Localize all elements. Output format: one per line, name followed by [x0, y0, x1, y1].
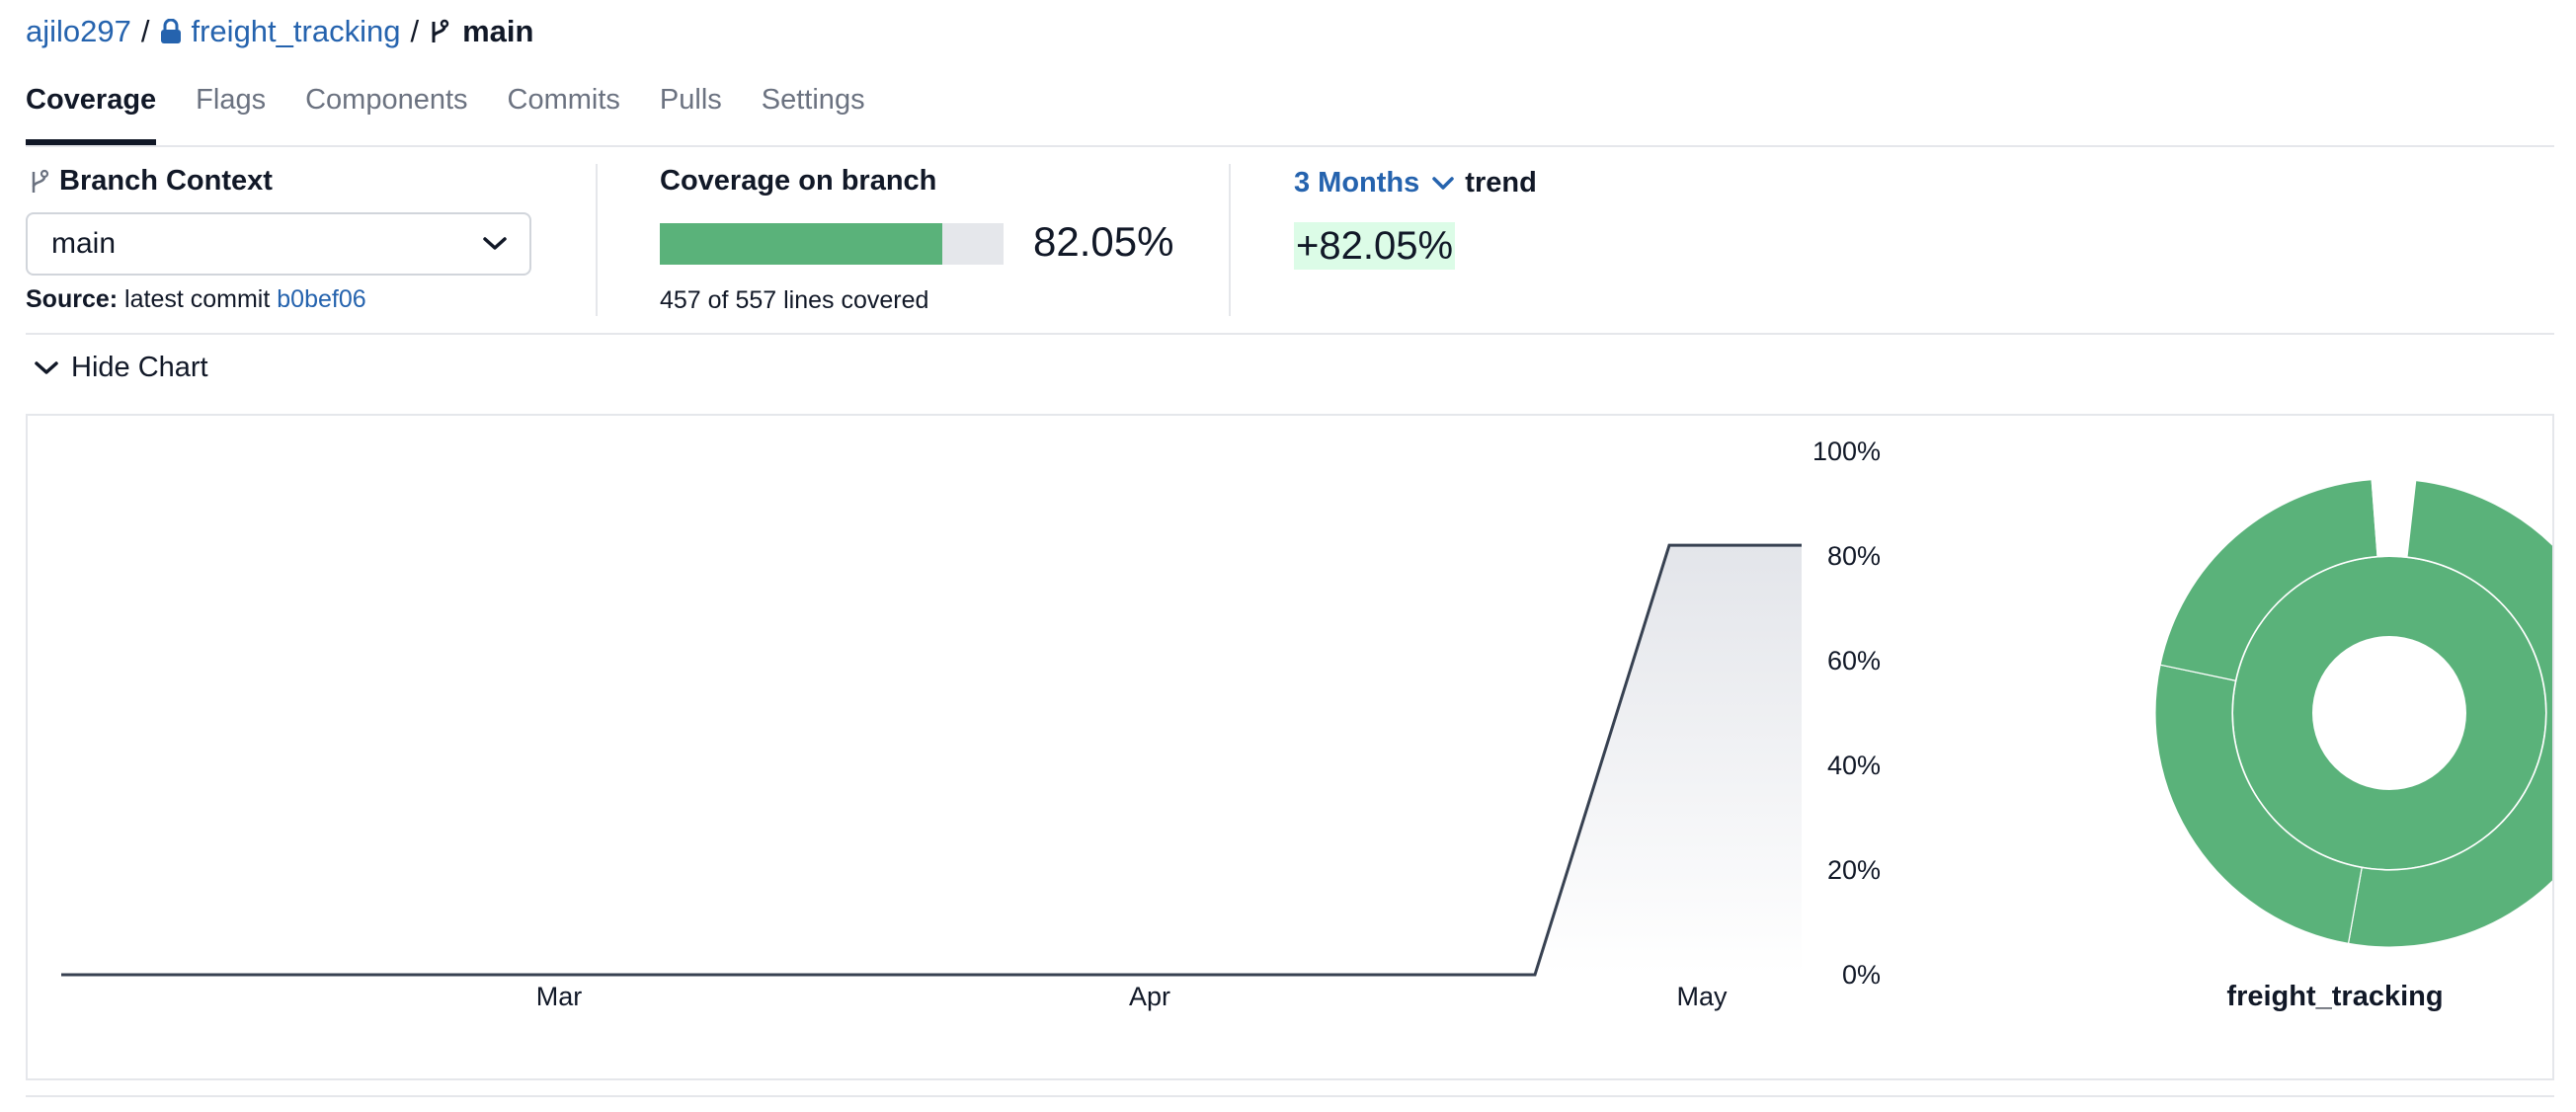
chevron-down-icon — [482, 235, 508, 253]
tab-settings[interactable]: Settings — [762, 81, 865, 146]
branch-select-value: main — [51, 227, 117, 260]
repo-link[interactable]: freight_tracking — [192, 14, 401, 49]
source-text: latest commit — [124, 285, 271, 313]
coverage-percent: 82.05% — [1033, 218, 1174, 265]
branch-context-heading: Branch Context — [30, 165, 273, 198]
y-tick-label: 40% — [1827, 751, 1881, 780]
git-branch-icon — [429, 19, 450, 44]
coverage-sunburst-chart[interactable]: freight_tracking — [2154, 478, 2576, 1012]
trend-value: +82.05% — [1294, 222, 1456, 270]
chevron-down-icon[interactable] — [1431, 176, 1455, 192]
coverage-trend-chart: 100% 80% 60% 40% 20% 0% Mar Apr May — [61, 437, 1881, 1011]
trend-range-select[interactable]: 3 Months — [1294, 167, 1419, 199]
tab-flags[interactable]: Flags — [196, 81, 266, 146]
hide-chart-label: Hide Chart — [71, 352, 208, 383]
trend-heading: 3 Months trend — [1294, 167, 1537, 199]
tab-components[interactable]: Components — [305, 81, 467, 146]
y-tick-label: 60% — [1827, 646, 1881, 675]
git-branch-icon — [30, 169, 49, 195]
coverage-progress-bar — [660, 223, 1004, 265]
nav-tabs: Coverage Flags Components Commits Pulls … — [26, 81, 905, 146]
tab-pulls[interactable]: Pulls — [660, 81, 722, 146]
x-tick-label: May — [1676, 982, 1728, 1011]
x-tick-label: Mar — [536, 982, 583, 1011]
hide-chart-toggle[interactable]: Hide Chart — [34, 352, 208, 384]
section-divider — [596, 164, 598, 316]
branch-select[interactable]: main — [26, 212, 531, 276]
lines-covered-text: 457 of 557 lines covered — [660, 286, 929, 314]
x-tick-label: Apr — [1129, 982, 1170, 1011]
coverage-line — [61, 543, 1802, 977]
y-tick-label: 20% — [1827, 855, 1881, 885]
y-tick-label: 80% — [1827, 541, 1881, 571]
tab-coverage[interactable]: Coverage — [26, 81, 157, 146]
bottom-divider — [26, 1095, 2554, 1097]
breadcrumb: ajilo297 / freight_tracking / main — [26, 10, 533, 53]
coverage-area — [61, 545, 1802, 975]
trend-label: trend — [1465, 167, 1537, 199]
coverage-progress-fill — [660, 223, 942, 265]
source-line: Source: latest commit b0bef06 — [26, 285, 366, 314]
commit-sha-link[interactable]: b0bef06 — [277, 285, 365, 313]
tab-commits[interactable]: Commits — [508, 81, 620, 146]
coverage-on-branch-title: Coverage on branch — [660, 165, 937, 197]
chart-panel: 100% 80% 60% 40% 20% 0% Mar Apr May freight_trac… — [26, 414, 2576, 1080]
y-tick-label: 0% — [1842, 960, 1881, 990]
breadcrumb-separator: / — [410, 14, 420, 48]
branch-context-title: Branch Context — [59, 165, 273, 197]
sunburst-inner-segment[interactable] — [2233, 557, 2545, 869]
y-tick-label: 100% — [1812, 437, 1881, 466]
sunburst-label: freight_tracking — [2226, 981, 2443, 1012]
branch-name[interactable]: main — [462, 14, 533, 49]
tabs-divider — [26, 145, 2554, 147]
breadcrumb-separator: / — [140, 14, 150, 48]
chevron-down-icon — [34, 359, 59, 377]
source-label: Source: — [26, 285, 119, 313]
lock-icon — [160, 19, 182, 44]
owner-link[interactable]: ajilo297 — [26, 14, 131, 49]
section-divider — [1229, 164, 1231, 316]
summary-divider — [26, 333, 2554, 335]
coverage-charts: 100% 80% 60% 40% 20% 0% Mar Apr May freight_trac… — [61, 437, 2576, 1012]
